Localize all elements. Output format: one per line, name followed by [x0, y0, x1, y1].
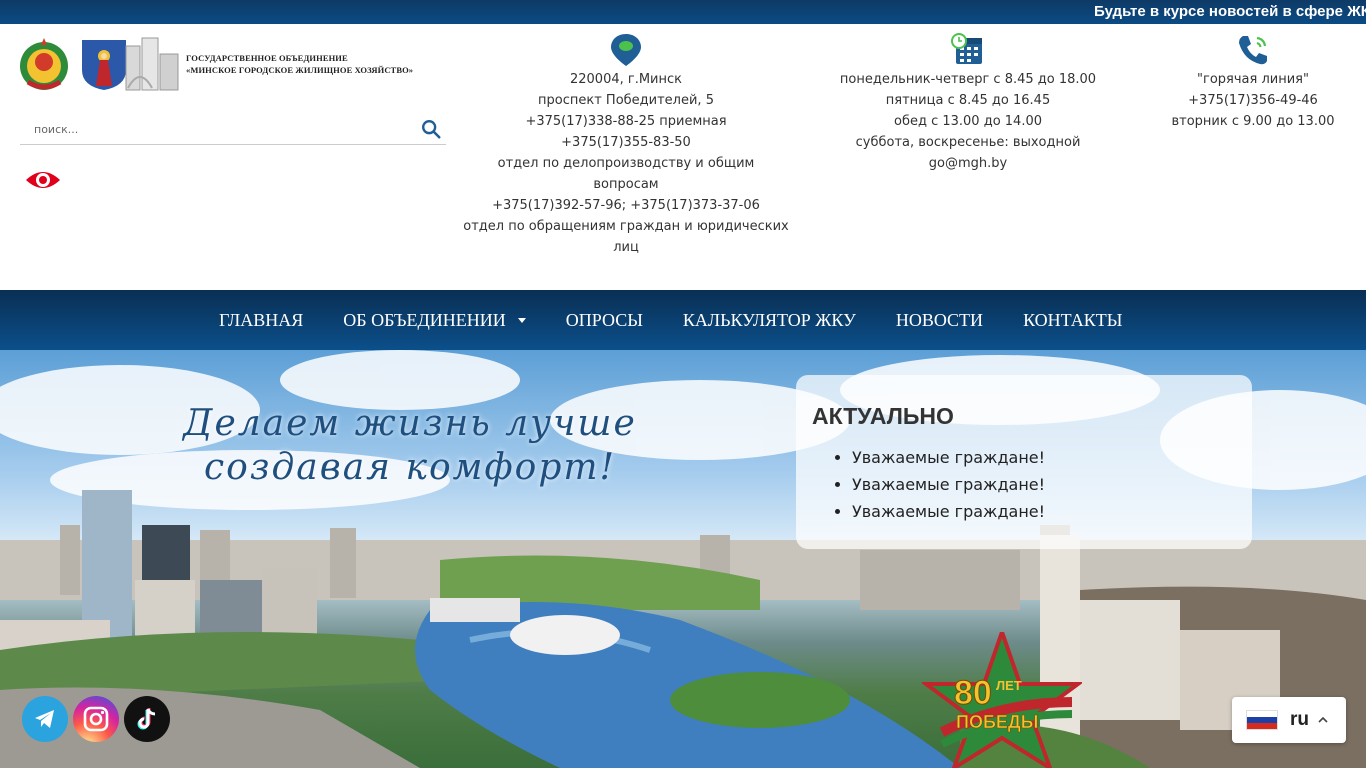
telegram-button[interactable] [22, 696, 68, 742]
address-line: 220004, г.Минск [569, 72, 683, 87]
nav-label: КАЛЬКУЛЯТОР ЖКУ [682, 309, 856, 330]
actual-news-item[interactable]: Уважаемые граждане! [852, 471, 1236, 498]
organization-name-line2: «МИНСКОЕ ГОРОДСКОЕ ЖИЛИЩНОЕ ХОЗЯЙСТВО» [186, 65, 414, 75]
nav-label: ОПРОСЫ [565, 309, 643, 330]
actual-news-panel: АКТУАЛЬНО Уважаемые граждане! Уважаемые … [796, 375, 1252, 549]
hotline-label: "горячая линия" [1197, 72, 1309, 87]
hours-line: пятница с 8.45 до 16.45 [885, 93, 1051, 108]
department-label: отдел по обращениям граждан и юридически… [463, 219, 789, 234]
search-bar [20, 114, 446, 145]
nav-label: ГЛАВНАЯ [219, 309, 304, 330]
department-label: отдел по делопроизводству и общим [497, 156, 755, 171]
phone-icon [1239, 36, 1267, 65]
actual-title: АКТУАЛЬНО [812, 403, 954, 429]
email-link[interactable]: go@mgh.by [820, 153, 1116, 174]
department-label: вопросам [593, 177, 659, 192]
badge-number: 80 [954, 674, 992, 712]
ticker-text: Будьте в курсе новостей в сфере ЖКХ [1094, 3, 1366, 20]
actual-news-item[interactable]: Уважаемые граждане! [852, 444, 1236, 471]
slogan-line: создавая комфорт! [204, 447, 616, 488]
nav-item-about[interactable]: ОБ ОБЪЕДИНЕНИИ [323, 290, 545, 350]
hours-line: обед с 13.00 до 14.00 [893, 114, 1042, 129]
reception-phone[interactable]: +375(17)338-88-25 приемная [456, 111, 796, 132]
nav-label: НОВОСТИ [895, 309, 984, 330]
nav-item-contacts[interactable]: КОНТАКТЫ [1003, 290, 1142, 350]
nav-item-home[interactable]: ГЛАВНАЯ [199, 290, 323, 350]
appeals-phones[interactable]: +375(17)392-57-96; +375(17)373-37-06 [456, 195, 796, 216]
social-links [22, 696, 170, 742]
hours-line: понедельник-четверг с 8.45 до 18.00 [839, 72, 1097, 87]
instagram-icon [83, 706, 109, 732]
russian-flag-icon [1246, 710, 1278, 730]
slogan-line: Делаем жизнь лучше [183, 403, 637, 444]
accessibility-eye-icon[interactable] [24, 166, 62, 194]
nav-label: КОНТАКТЫ [1023, 309, 1123, 330]
actual-news-list: Уважаемые граждане! Уважаемые граждане! … [812, 444, 1236, 525]
address-block: 220004, г.Минск проспект Победителей, 5 … [456, 32, 796, 258]
hero-slogan: Делаем жизнь лучше создавая комфорт! [130, 402, 690, 490]
department-label: лиц [613, 240, 639, 255]
nav-item-news[interactable]: НОВОСТИ [876, 290, 1003, 350]
chevron-up-icon [1318, 716, 1328, 723]
hero-banner: Делаем жизнь лучше создавая комфорт! АКТ… [0, 350, 1366, 768]
hotline-block: "горячая линия" +375(17)356-49-46 вторни… [1140, 32, 1366, 132]
buildings-logo-icon [125, 37, 179, 91]
site-header: ГОСУДАРСТВЕННОЕ ОБЪЕДИНЕНИЕ «МИНСКОЕ ГОР… [0, 24, 1366, 290]
search-input[interactable] [20, 116, 400, 142]
badge-text-2: ПОБЕДЫ [956, 712, 1038, 732]
organization-name-line1: ГОСУДАРСТВЕННОЕ ОБЪЕДИНЕНИЕ [186, 53, 348, 63]
telegram-icon [35, 710, 54, 728]
search-icon[interactable] [420, 118, 442, 140]
hotline-hours: вторник с 9.00 до 13.00 [1171, 114, 1335, 129]
address-line: проспект Победителей, 5 [538, 93, 714, 108]
organization-name: ГОСУДАРСТВЕННОЕ ОБЪЕДИНЕНИЕ «МИНСКОЕ ГОР… [186, 52, 413, 76]
language-code: ru [1290, 709, 1309, 730]
caret-down-icon [517, 317, 526, 323]
main-navigation: ГЛАВНАЯ ОБ ОБЪЕДИНЕНИИ ОПРОСЫ КАЛЬКУЛЯТО… [0, 290, 1366, 350]
belarus-emblem-icon [20, 38, 68, 90]
news-ticker: Будьте в курсе новостей в сфере ЖКХ [0, 0, 1366, 24]
actual-news-item[interactable]: Уважаемые граждане! [852, 498, 1236, 525]
badge-text: ЛЕТ [996, 678, 1022, 693]
tiktok-button[interactable] [124, 696, 170, 742]
hours-line: суббота, воскресенье: выходной [855, 135, 1081, 150]
nav-item-calculator[interactable]: КАЛЬКУЛЯТОР ЖКУ [663, 290, 876, 350]
language-selector[interactable]: ru [1232, 697, 1346, 743]
tiktok-icon [137, 708, 156, 730]
calendar-clock-icon [951, 33, 982, 64]
location-pin-icon [611, 34, 641, 66]
logo-group[interactable]: ГОСУДАРСТВЕННОЕ ОБЪЕДИНЕНИЕ «МИНСКОЕ ГОР… [16, 36, 446, 94]
nav-item-surveys[interactable]: ОПРОСЫ [546, 290, 663, 350]
nav-label: ОБ ОБЪЕДИНЕНИИ [343, 309, 506, 330]
instagram-button[interactable] [73, 696, 119, 742]
working-hours-block: понедельник-четверг с 8.45 до 18.00 пятн… [820, 32, 1116, 174]
victory-80-years-badge-icon: 80 ЛЕТ ПОБЕДЫ [922, 632, 1082, 768]
hotline-phone[interactable]: +375(17)356-49-46 [1140, 90, 1366, 111]
office-phone[interactable]: +375(17)355-83-50 [456, 132, 796, 153]
